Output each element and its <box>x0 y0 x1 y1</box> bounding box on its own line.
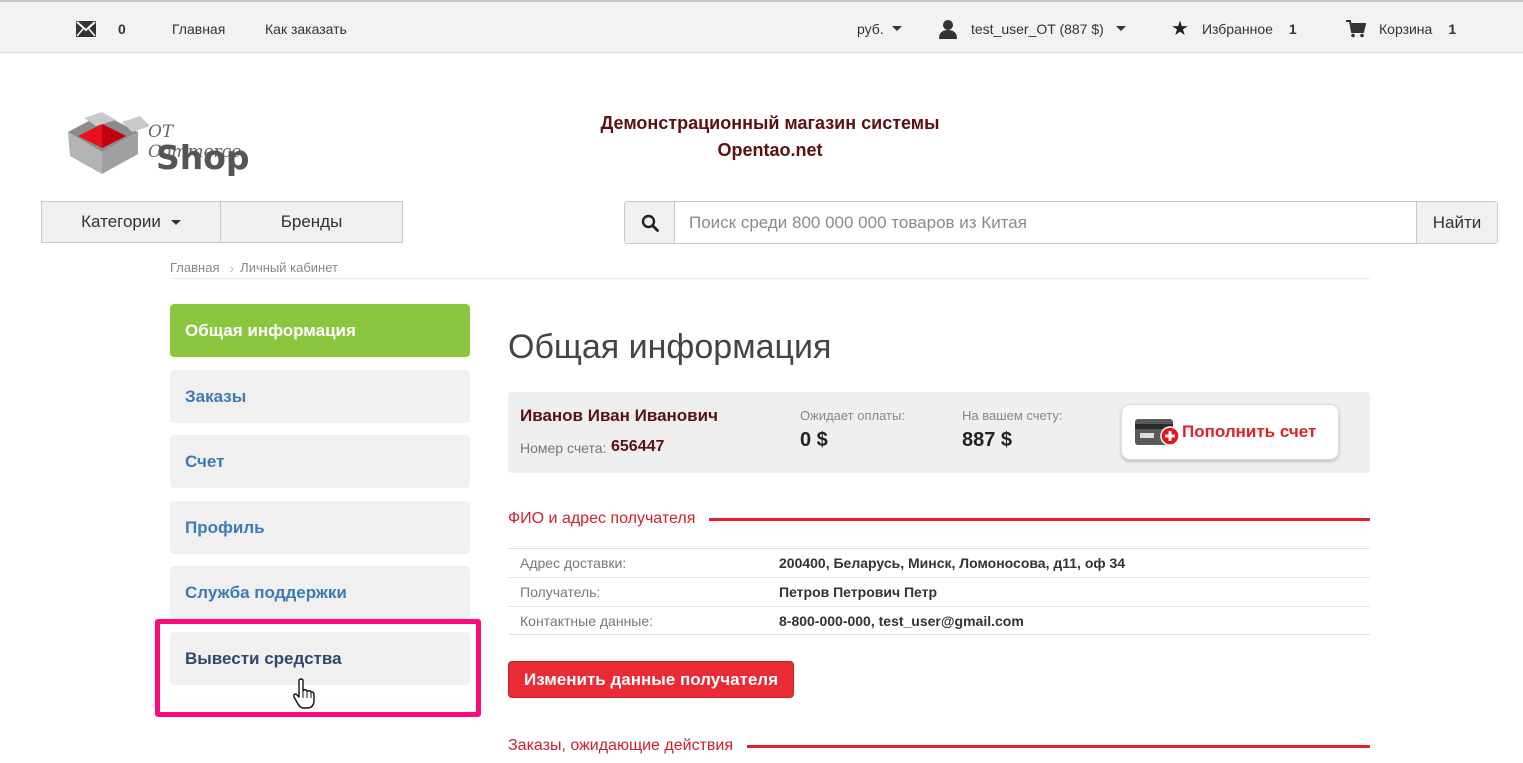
balance-value: 887 $ <box>962 429 1013 451</box>
user-icon <box>938 19 958 39</box>
balance-label: На вашем счету: <box>962 408 1063 423</box>
table-row: Получатель: Петров Петрович Петр <box>508 577 1370 606</box>
sidebar-item-account[interactable]: Счет <box>170 435 470 488</box>
topup-label: Пополнить счет <box>1182 422 1317 441</box>
site-title: Демонстрационный магазин системы Opentao… <box>540 110 1000 164</box>
recipient-table: Адрес доставки: 200400, Беларусь, Минск,… <box>508 548 1370 635</box>
breadcrumb-home[interactable]: Главная <box>170 260 219 275</box>
site-title-line2: Opentao.net <box>717 140 823 160</box>
topup-button[interactable]: Пополнить счет <box>1121 404 1339 460</box>
chevron-down-icon <box>891 26 902 31</box>
logo-box-icon <box>68 112 150 174</box>
row-key: Контактные данные: <box>520 612 654 629</box>
brands-label: Бренды <box>280 212 343 231</box>
currency-label: руб. <box>857 20 884 37</box>
user-full-name: Иванов Иван Иванович <box>520 406 718 425</box>
hand-cursor-icon <box>293 678 315 709</box>
cart-link[interactable]: Корзина 1 <box>1346 2 1456 55</box>
search-button[interactable]: Найти <box>1416 202 1497 243</box>
edit-recipient-button[interactable]: Изменить данные получателя <box>508 661 794 698</box>
search-icon[interactable] <box>625 202 675 243</box>
sidebar-item-support[interactable]: Служба поддержки <box>170 566 470 619</box>
row-key: Адрес доставки: <box>520 555 627 571</box>
row-key: Получатель: <box>520 584 601 600</box>
card-plus-icon <box>1135 419 1180 446</box>
sidebar-item-orders[interactable]: Заказы <box>170 370 470 423</box>
row-value: 200400, Беларусь, Минск, Ломоносова, д11… <box>779 555 1126 571</box>
highlight-frame <box>155 619 481 717</box>
row-value: Петров Петрович Петр <box>779 584 938 600</box>
recipient-section-header: ФИО и адрес получателя <box>508 509 1370 529</box>
categories-label: Категории <box>81 212 161 231</box>
recipient-section-title: ФИО и адрес получателя <box>508 510 696 527</box>
search-input[interactable] <box>675 202 1416 243</box>
pending-value: 0 $ <box>800 429 828 451</box>
account-number-label: Номер счета: <box>520 440 607 456</box>
breadcrumb-current: Личный кабинет <box>240 260 338 275</box>
sidebar-item-general-info[interactable]: Общая информация <box>170 304 470 357</box>
search-bar: Найти <box>624 201 1498 244</box>
orders-section-header: Заказы, ожидающие действия <box>508 736 1370 756</box>
favorites-link[interactable]: ★ Избранное 1 <box>1171 2 1297 55</box>
brands-button[interactable]: Бренды <box>221 201 403 243</box>
categories-dropdown[interactable]: Категории <box>41 201 221 243</box>
star-icon: ★ <box>1171 17 1189 40</box>
user-menu-dropdown[interactable]: test_user_OT (887 $) <box>938 2 1126 55</box>
account-number: 656447 <box>611 438 665 455</box>
sidebar-item-profile[interactable]: Профиль <box>170 501 470 554</box>
chevron-down-icon <box>1115 26 1126 31</box>
section-divider <box>747 744 1370 748</box>
nav-home-link[interactable]: Главная <box>172 2 225 55</box>
breadcrumb: Главная › Личный кабинет <box>170 257 1370 279</box>
nav-how-to-order-link[interactable]: Как заказать <box>265 2 347 55</box>
section-divider <box>709 517 1370 521</box>
table-row: Адрес доставки: 200400, Беларусь, Минск,… <box>508 548 1370 577</box>
cart-icon <box>1346 19 1367 38</box>
cart-label: Корзина <box>1379 20 1433 37</box>
table-row: Контактные данные: 8-800-000-000, test_u… <box>508 606 1370 635</box>
messages-count: 0 <box>118 20 126 37</box>
breadcrumb-separator-icon: › <box>229 259 235 276</box>
site-title-line1: Демонстрационный магазин системы <box>600 113 940 133</box>
account-summary: Иванов Иван Иванович Номер счета: 656447… <box>508 392 1370 473</box>
currency-dropdown[interactable]: руб. <box>857 2 902 55</box>
chevron-down-icon <box>170 219 181 225</box>
site-logo[interactable]: OT Commerce Shop <box>66 112 266 180</box>
logo-title: Shop <box>156 138 250 177</box>
messages-link[interactable]: 0 <box>76 2 126 55</box>
page-title: Общая информация <box>508 328 832 366</box>
top-bar: 0 Главная Как заказать руб. test_user_OT… <box>0 0 1523 53</box>
user-label: test_user_OT (887 $) <box>971 20 1104 37</box>
envelope-icon <box>76 20 96 37</box>
favorites-count: 1 <box>1288 20 1297 37</box>
pending-label: Ожидает оплаты: <box>800 408 905 423</box>
orders-section-title: Заказы, ожидающие действия <box>508 737 733 754</box>
cart-count: 1 <box>1448 20 1457 37</box>
row-value: 8-800-000-000, test_user@gmail.com <box>779 612 1024 629</box>
favorites-label: Избранное <box>1201 20 1273 37</box>
